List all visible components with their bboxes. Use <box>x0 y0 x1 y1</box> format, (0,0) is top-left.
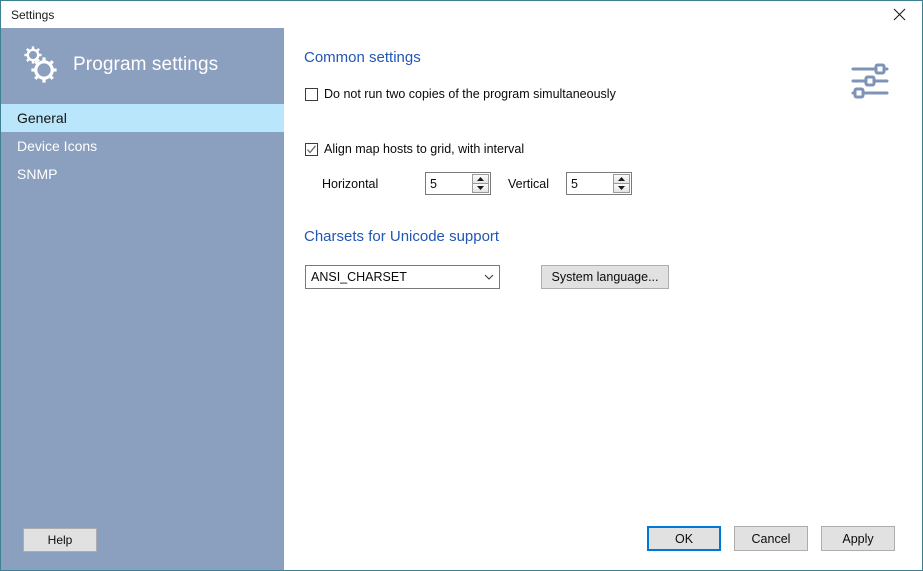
charsets-heading: Charsets for Unicode support <box>304 228 500 245</box>
sidebar-item-device-icons[interactable]: Device Icons <box>1 132 284 160</box>
sliders-icon[interactable] <box>850 63 890 99</box>
vertical-label: Vertical <box>508 176 549 191</box>
caret-up-icon <box>618 177 625 181</box>
horizontal-stepper[interactable] <box>425 172 491 195</box>
content-panel: Common settings Do not run two copies of… <box>284 28 922 570</box>
vertical-stepper[interactable] <box>566 172 632 195</box>
single-instance-label: Do not run two copies of the program sim… <box>324 87 616 102</box>
caret-down-icon <box>477 186 484 190</box>
horizontal-decrement-button[interactable] <box>472 184 489 193</box>
close-glyph <box>893 8 905 20</box>
charset-dropdown[interactable]: ANSI_CHARSET <box>305 265 500 289</box>
charset-selected-value: ANSI_CHARSET <box>311 270 407 284</box>
sidebar-item-label: SNMP <box>17 166 58 182</box>
sidebar-nav-list: General Device Icons SNMP <box>1 104 284 188</box>
sidebar-item-label: General <box>17 110 67 126</box>
horizontal-input[interactable] <box>426 173 472 194</box>
gears-icon <box>24 46 57 83</box>
vertical-decrement-button[interactable] <box>613 184 630 193</box>
window-title: Settings <box>11 7 55 22</box>
sidebar-item-general[interactable]: General <box>1 104 284 132</box>
checkmark-icon <box>307 145 317 154</box>
close-icon[interactable] <box>876 1 922 27</box>
vertical-stepper-buttons <box>613 174 630 193</box>
align-grid-label: Align map hosts to grid, with interval <box>324 142 525 157</box>
vertical-increment-button[interactable] <box>613 174 630 184</box>
chevron-down-icon <box>479 274 499 280</box>
sidebar-header: Program settings <box>1 28 284 102</box>
horizontal-label: Horizontal <box>322 176 379 191</box>
single-instance-checkbox-row[interactable]: Do not run two copies of the program sim… <box>305 88 616 101</box>
system-language-button[interactable]: System language... <box>541 265 669 289</box>
sidebar-item-snmp[interactable]: SNMP <box>1 160 284 188</box>
title-bar: Settings <box>1 1 922 28</box>
sidebar: Program settings General Device Icons SN… <box>1 28 284 570</box>
ok-button[interactable]: OK <box>647 526 721 551</box>
caret-up-icon <box>477 177 484 181</box>
sidebar-title: Program settings <box>73 54 219 75</box>
apply-button[interactable]: Apply <box>821 526 895 551</box>
cancel-button[interactable]: Cancel <box>734 526 808 551</box>
chevron-down-glyph <box>484 274 494 280</box>
align-grid-checkbox-row[interactable]: Align map hosts to grid, with interval <box>305 143 524 156</box>
sidebar-item-label: Device Icons <box>17 138 98 154</box>
grid-interval-row: Horizontal Vertical <box>305 172 632 195</box>
dialog-footer-buttons: OK Cancel Apply <box>647 526 895 551</box>
horizontal-stepper-buttons <box>472 174 489 193</box>
settings-dialog-window: Settings Program settings General Device… <box>0 0 923 571</box>
horizontal-increment-button[interactable] <box>472 174 489 184</box>
single-instance-checkbox[interactable] <box>305 88 318 101</box>
vertical-input[interactable] <box>567 173 613 194</box>
align-grid-checkbox[interactable] <box>305 143 318 156</box>
help-button[interactable]: Help <box>23 528 97 552</box>
caret-down-icon <box>618 186 625 190</box>
common-settings-heading: Common settings <box>304 49 421 66</box>
